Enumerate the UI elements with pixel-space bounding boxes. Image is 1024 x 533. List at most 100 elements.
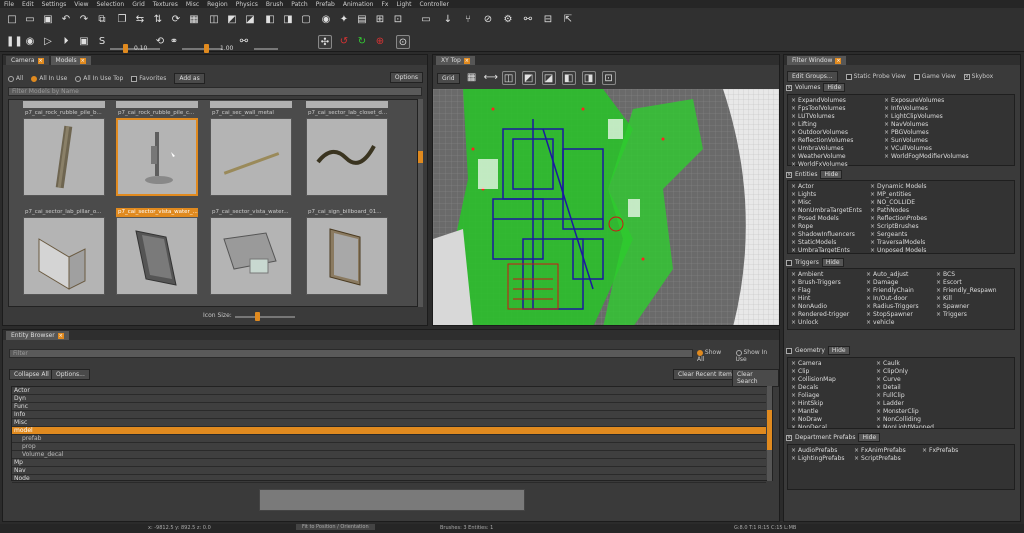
show-in-use-radio[interactable]: Show In Use — [735, 349, 779, 363]
menu-item[interactable]: Animation — [343, 1, 374, 8]
filter-item[interactable]: × WorldFogModifierVolumes — [884, 153, 969, 160]
filter-check-icon[interactable]: × — [876, 424, 881, 428]
model-thumb-partial[interactable] — [306, 101, 388, 108]
filter-check-icon[interactable]: × — [791, 183, 796, 190]
tab-xy-top[interactable]: XY Top × — [436, 56, 475, 65]
filter-item[interactable]: × PathNodes — [870, 207, 909, 214]
filter-item[interactable]: × Triggers — [936, 311, 967, 318]
filter-check-icon[interactable]: × — [936, 295, 941, 302]
menu-item[interactable]: Misc — [186, 1, 199, 8]
filter-item[interactable]: × UmbraTargetEnts — [791, 247, 850, 253]
step-icon[interactable]: ▷ — [42, 36, 54, 48]
filter-check-icon[interactable]: × — [876, 384, 881, 391]
filter-item[interactable]: × Clip — [791, 368, 809, 375]
filter-item[interactable]: × OutdoorVolumes — [791, 129, 848, 136]
export-icon[interactable]: ⇱ — [562, 14, 574, 26]
volumes-hide-button[interactable]: Hide — [823, 83, 846, 92]
filter-item[interactable]: × Misc — [791, 199, 811, 206]
filter-check-icon[interactable]: × — [791, 287, 796, 294]
filter-check-icon[interactable]: × — [791, 207, 796, 214]
filter-item[interactable]: × WeatherVolume — [791, 153, 846, 160]
filter-check-icon[interactable]: × — [936, 303, 941, 310]
filter-check-icon[interactable]: × — [866, 271, 871, 278]
filter-check-icon[interactable]: × — [884, 105, 889, 112]
entity-tree-row[interactable]: model — [12, 427, 766, 435]
filter-item[interactable]: × NonDecal — [791, 424, 827, 428]
xy-top-map-canvas[interactable] — [433, 89, 780, 326]
entities-checkbox[interactable]: × — [786, 171, 792, 178]
tab-camera[interactable]: Camera × — [6, 56, 49, 65]
filter-item[interactable]: × ReflectionVolumes — [791, 137, 853, 144]
merge-icon[interactable]: ◨ — [282, 14, 294, 26]
static-probe-checkbox[interactable]: Static Probe View — [845, 73, 906, 80]
filter-check-icon[interactable]: × — [884, 113, 889, 120]
models-scrollbar-thumb[interactable] — [418, 151, 423, 163]
filter-check-icon[interactable]: × — [791, 279, 796, 286]
chain-icon[interactable]: ⚭ — [168, 36, 180, 48]
build-icon[interactable]: ▣ — [78, 36, 90, 48]
entity-tree-row[interactable]: prefab — [12, 435, 766, 443]
filter-check-icon[interactable]: × — [791, 215, 796, 222]
filter-check-icon[interactable]: × — [791, 113, 796, 120]
add-as-button[interactable]: Add as — [174, 73, 205, 84]
model-item[interactable]: p7_cai_rock_rubble_pile_c... — [116, 109, 198, 196]
radio-all-in-use-top[interactable]: All In Use Top — [75, 75, 123, 82]
grid-button[interactable]: Grid — [437, 72, 460, 84]
undo-icon[interactable]: ↶ — [60, 14, 72, 26]
triggers-checkbox[interactable] — [786, 259, 792, 266]
clone-icon[interactable]: ❐ — [116, 14, 128, 26]
tab-models[interactable]: Models × — [50, 56, 91, 65]
filter-check-icon[interactable]: × — [791, 121, 796, 128]
brush-icon[interactable]: ⊡ — [392, 14, 404, 26]
filter-item[interactable]: × Auto_adjust — [866, 271, 908, 278]
filter-item[interactable]: × NO_COLLIDE — [870, 199, 915, 206]
filter-check-icon[interactable]: × — [791, 392, 796, 399]
filter-item[interactable]: × UmbraVolumes — [791, 145, 844, 152]
camera-icon[interactable]: ◉ — [320, 14, 332, 26]
filter-check-icon[interactable]: × — [791, 408, 796, 415]
filter-check-icon[interactable]: × — [884, 129, 889, 136]
link-toggle-icon[interactable]: ⚯ — [238, 36, 250, 48]
menu-item[interactable]: Prefab — [316, 1, 335, 8]
filter-check-icon[interactable]: × — [791, 319, 796, 326]
static-probe-box[interactable] — [845, 73, 852, 80]
snap-slider-1-knob[interactable] — [123, 44, 128, 53]
geometry-section-header[interactable]: Geometry Hide — [786, 346, 1014, 355]
menu-item[interactable]: Selection — [97, 1, 125, 8]
filter-check-icon[interactable]: × — [791, 368, 796, 375]
model-thumb-partial[interactable] — [116, 101, 198, 108]
filter-item[interactable]: × Posed Models — [791, 215, 839, 222]
filter-check-icon[interactable]: × — [791, 271, 796, 278]
show-all-dot[interactable] — [697, 349, 703, 356]
skybox-checkbox[interactable]: × Skybox — [963, 73, 993, 80]
hide-icon[interactable]: ◩ — [226, 14, 238, 26]
entities-section-header[interactable]: × Entities Hide — [786, 170, 1014, 179]
filter-check-icon[interactable]: × — [876, 408, 881, 415]
filter-item[interactable]: × MonsterClip — [876, 408, 919, 415]
filter-item[interactable]: × Camera — [791, 360, 822, 367]
filter-check-icon[interactable]: × — [854, 455, 859, 462]
snap-slider-2[interactable] — [182, 48, 222, 50]
filter-check-icon[interactable]: × — [884, 145, 889, 152]
grid-icon[interactable]: ▦ — [188, 14, 200, 26]
radio-all-in-use[interactable]: All In Use — [31, 75, 67, 82]
filter-item[interactable]: × InfoVolumes — [884, 105, 928, 112]
filter-item[interactable]: × LUTVolumes — [791, 113, 835, 120]
filter-check-icon[interactable]: × — [791, 455, 796, 462]
filter-check-icon[interactable]: × — [922, 447, 927, 454]
pause-icon[interactable]: ❚❚ — [6, 36, 23, 48]
filter-item[interactable]: × vehicle — [866, 319, 894, 326]
stop-icon[interactable]: ◉ — [24, 36, 36, 48]
menu-item[interactable]: Edit — [22, 1, 34, 8]
game-view-checkbox[interactable]: Game View — [913, 73, 956, 80]
icon-size-slider[interactable] — [235, 316, 295, 318]
filter-item[interactable]: × Ladder — [876, 400, 904, 407]
filter-check-icon[interactable]: × — [884, 97, 889, 104]
geometry-hide-button[interactable]: Hide — [827, 346, 850, 355]
entity-tree-row[interactable]: Mp — [12, 459, 766, 467]
filter-item[interactable]: × Hint — [791, 295, 810, 302]
clear-recent-button[interactable]: Clear Recent Items — [673, 369, 741, 380]
filter-check-icon[interactable]: × — [876, 400, 881, 407]
filter-check-icon[interactable]: × — [791, 447, 796, 454]
filter-check-icon[interactable]: × — [791, 129, 796, 136]
